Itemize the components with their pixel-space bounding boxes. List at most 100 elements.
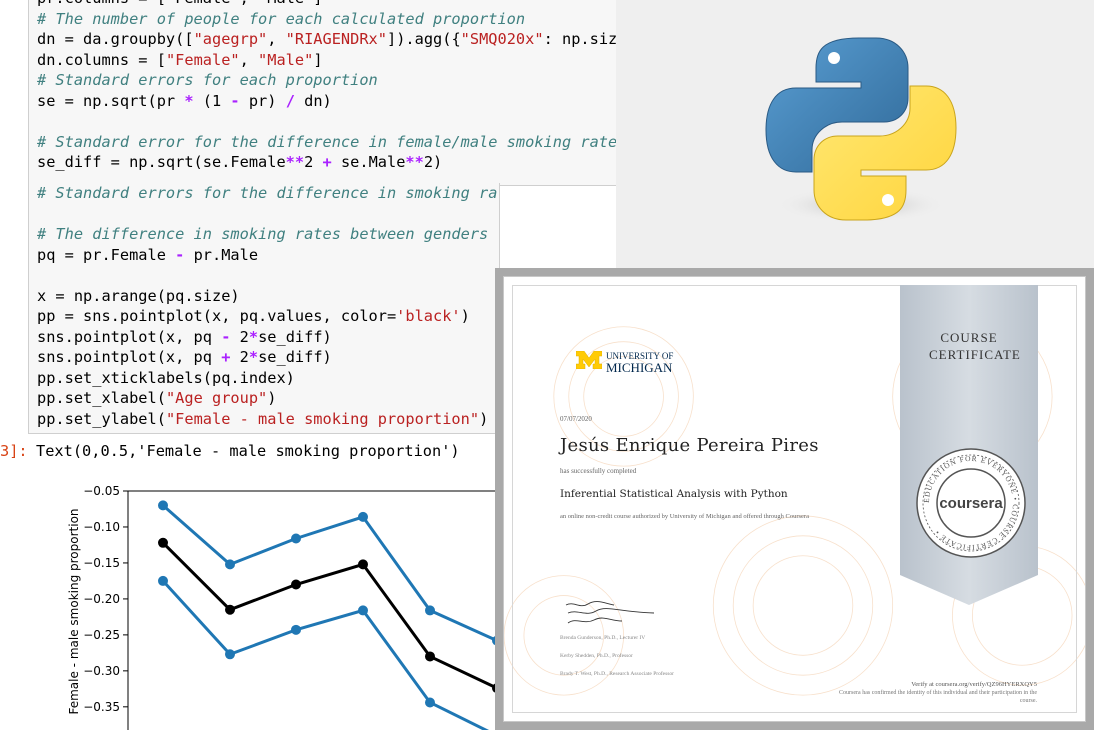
code-token: "Male": [258, 50, 314, 69]
code-token: /: [285, 91, 295, 110]
signatures-icon: [565, 601, 655, 624]
series-line-1: [161, 541, 498, 690]
code-token: "SMQ020x": [460, 30, 544, 48]
code-token: pp = sns.pointplot(x, pq.values, color=: [37, 307, 397, 325]
verify-note: Coursera has confirmed the identity of t…: [839, 690, 1037, 704]
code-token: se_diff): [258, 348, 332, 366]
code-token: ): [460, 307, 470, 325]
code-token: ): [479, 409, 489, 428]
course-name: Inferential Statistical Analysis with Py…: [560, 488, 788, 500]
code-token: dn): [294, 91, 332, 110]
series-0-point: [425, 605, 435, 616]
verify-block: Verify at coursera.org/verify/QZ96HYERXQ…: [837, 681, 1037, 705]
smoking-proportion-chart: −0.05 −0.10 −0.15 −0.20 −0.25 −0.30 −0.35Femal…: [67, 484, 500, 730]
code-token: dn = da.groupby([: [37, 30, 194, 48]
recipient-name: Jesús Enrique Pereira Pires: [560, 435, 819, 456]
code-token: 2: [304, 153, 323, 171]
series-2-point: [158, 575, 168, 586]
code-token: se_diff = np.sqrt(se.Female: [37, 153, 286, 171]
code-token: pr): [239, 91, 286, 110]
series-0-point: [158, 500, 168, 511]
code-line: x = np.arange(pq.size): [37, 286, 499, 307]
series-1-point: [358, 559, 368, 570]
code-line: pr.columns = ["Female", "Male"]: [37, 0, 629, 9]
plot-area: [158, 500, 500, 730]
code-token: pr.columns = ["Female", "Male"]: [37, 0, 323, 7]
signer-1: Brenda Gunderson, Ph.D., Lecturer IV: [560, 635, 646, 641]
series-0-point: [291, 533, 301, 544]
code-token: pp.set_ylabel(: [37, 409, 166, 428]
code-token: ]: [313, 50, 323, 69]
code-token: ,: [239, 50, 259, 69]
code-line: # Standard errors for each proportion: [37, 70, 629, 91]
certificate-date: 07/07/2020: [560, 415, 592, 423]
code-token: # The number of people for each calculat…: [37, 9, 526, 28]
code-token: 2: [230, 327, 249, 346]
course-description: an online non-credit course authorized b…: [560, 513, 809, 520]
code-cell[interactable]: pr.columns = ["Female", "Male"] # The num…: [28, 0, 630, 186]
code-token: (1: [193, 91, 231, 110]
code-token: -: [175, 245, 185, 264]
code-line: pp = sns.pointplot(x, pq.values, color='…: [37, 306, 499, 327]
y-tick-label: −0.25: [83, 628, 120, 642]
series-0-point: [358, 511, 368, 522]
series-2-point: [291, 624, 301, 635]
code-token: se.Male: [331, 153, 406, 171]
code-editor[interactable]: pr.columns = ["Female", "Male"] # The num…: [37, 0, 630, 173]
code-token: *: [248, 348, 259, 366]
certificate-title: COURSE CERTIFICATE: [929, 330, 1021, 362]
code-line: pp.set_xticklabels(pq.index): [37, 368, 499, 389]
y-tick-label: −0.15: [83, 556, 120, 570]
python-logo-icon: [765, 37, 957, 223]
coursera-seal-icon: coursera EDUCATION FOR EVERYONE • COURSE…: [916, 448, 1026, 558]
code-token: *: [248, 327, 259, 346]
code-line: dn = da.groupby(["agegrp", "RIAGENDRx"])…: [37, 29, 629, 50]
y-tick-label: −0.35: [83, 700, 120, 714]
series-1-point: [425, 651, 435, 662]
y-tick-label: −0.20: [83, 592, 120, 606]
code-token: ,: [267, 30, 286, 48]
verify-url[interactable]: Verify at coursera.org/verify/QZ96HYERXQ…: [837, 681, 1037, 689]
signer-2: Kerby Shedden, Ph.D., Professor: [560, 653, 633, 659]
signer-3: Brady T. West, Ph.D., Research Associate…: [560, 671, 674, 677]
code-token: pq = pr.Female: [37, 245, 176, 264]
series-2-point: [358, 605, 368, 616]
code-line: pp.set_ylabel("Female - male smoking pro…: [37, 409, 499, 430]
code-token: +: [322, 153, 332, 171]
code-token: 2): [423, 153, 443, 171]
series-0-point: [225, 559, 235, 570]
y-axis-label: Female - male smoking proportion: [67, 508, 81, 714]
code-line: se_diff = np.sqrt(se.Female**2 + se.Male…: [37, 152, 629, 173]
code-line: # The number of people for each calculat…: [37, 9, 629, 30]
code-cell-continued[interactable]: # Standard errors for the difference in …: [28, 183, 500, 434]
code-token: **: [285, 153, 305, 171]
code-token: se = np.sqrt(pr: [37, 91, 185, 110]
python-logo-panel: [616, 0, 1094, 270]
university-logo-text: UNIVERSITY OF MICHIGAN: [606, 351, 673, 375]
code-token: "Female": [165, 50, 240, 69]
code-token: # Standard errors for each proportion: [37, 71, 378, 89]
certificate: COURSE CERTIFICATE coursera EDUCATION FO…: [503, 276, 1086, 722]
code-token: dn.columns = [: [37, 50, 166, 69]
code-token: "agegrp": [193, 30, 268, 48]
code-token: sns.pointplot(x, pq: [37, 327, 222, 346]
series-2-point: [225, 649, 235, 660]
code-line: sns.pointplot(x, pq + 2*se_diff): [37, 347, 499, 368]
code-token: se_diff): [258, 327, 332, 346]
output-text: Text(0,0.5,'Female - male smoking propor…: [36, 442, 460, 460]
code-token: # Standard errors for the difference in …: [37, 184, 499, 202]
series-2-point: [425, 697, 435, 708]
code-token: "RIAGENDRx": [285, 30, 387, 48]
code-token: sns.pointplot(x, pq: [37, 348, 222, 366]
code-token: # Standard error for the difference in f…: [37, 132, 630, 151]
code-token: pp.set_xlabel(: [37, 389, 166, 407]
code-editor-continued[interactable]: # Standard errors for the difference in …: [37, 183, 499, 430]
series-1-point: [291, 579, 301, 590]
university-big: MICHIGAN: [606, 360, 673, 375]
code-line: pq = pr.Female - pr.Male: [37, 245, 499, 266]
seal-brand: coursera: [939, 495, 1003, 512]
code-token: "Female - male smoking proportion": [165, 409, 480, 428]
michigan-block-m-icon: [576, 351, 602, 369]
